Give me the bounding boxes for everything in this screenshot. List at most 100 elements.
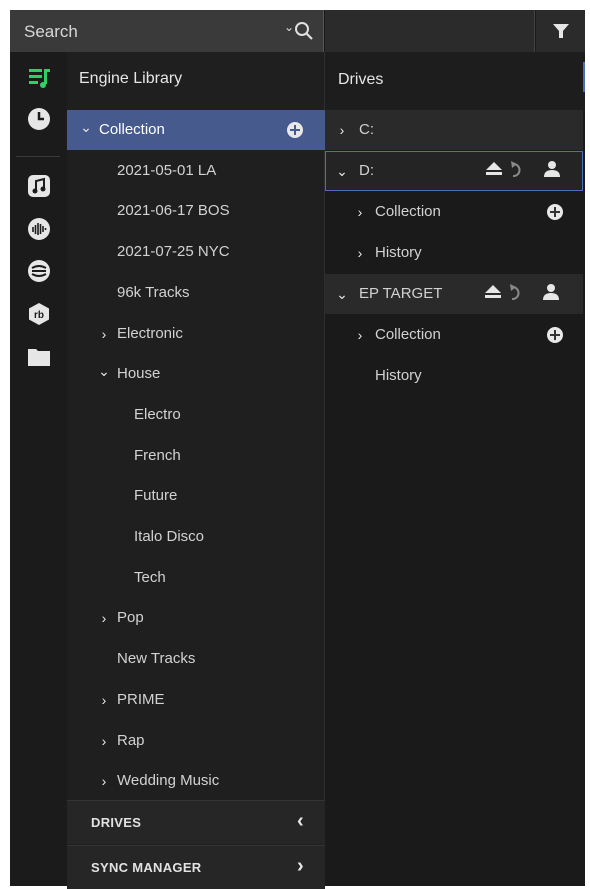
add-icon[interactable] — [547, 327, 563, 343]
music-note-icon[interactable] — [27, 174, 51, 198]
user-profile-icon[interactable] — [543, 284, 559, 300]
drive-d-row[interactable]: ⌄ D: — [325, 151, 583, 191]
library-tree-item[interactable]: Future — [67, 476, 325, 516]
library-tree-item-label: Tech — [134, 569, 166, 586]
svg-text:rb: rb — [34, 310, 44, 321]
chevron-right-icon[interactable]: › — [335, 110, 349, 150]
library-tree-item-label: Future — [134, 487, 178, 504]
library-tree-item-label: 2021-05-01 LA — [117, 162, 217, 179]
eject-icon[interactable] — [485, 285, 501, 298]
library-tree-item-label: New Tracks — [117, 650, 196, 667]
library-tree-item-label: Rap — [117, 732, 145, 749]
source-rail: rb — [10, 52, 67, 886]
drive-c-row[interactable]: › C: — [325, 110, 583, 150]
library-tree-item-label: PRIME — [117, 691, 165, 708]
library-tree-item[interactable]: French — [67, 436, 325, 476]
library-tree-item-label: Pop — [117, 609, 144, 626]
drive-d-history-label: History — [375, 244, 422, 261]
chevron-right-icon[interactable]: › — [97, 721, 111, 761]
library-tree-item[interactable]: Tech — [67, 558, 325, 598]
library-tree-item[interactable]: 2021-07-25 NYC — [67, 232, 325, 272]
drive-ep-history-row[interactable]: History — [325, 356, 583, 396]
library-title: Engine Library — [79, 70, 183, 87]
library-tree-item[interactable]: New Tracks — [67, 639, 325, 679]
library-tree-item-label: 96k Tracks — [117, 284, 190, 301]
drive-ep-target-row[interactable]: ⌄ EP TARGET — [325, 274, 583, 314]
library-tree-item-label: Electronic — [117, 325, 183, 342]
drive-d-label: D: — [359, 162, 374, 179]
drive-d-history-row[interactable]: › History — [325, 233, 583, 273]
chevron-right-icon[interactable]: › — [97, 761, 111, 801]
chevron-down-icon[interactable]: ⌄ — [97, 351, 111, 391]
search-icon[interactable] — [293, 20, 315, 42]
chevron-right-icon[interactable]: › — [353, 233, 367, 273]
refresh-icon[interactable] — [511, 161, 521, 177]
library-tree-item[interactable]: 2021-06-17 BOS — [67, 191, 325, 231]
library-tree-item-label: Electro — [134, 406, 181, 423]
refresh-icon[interactable] — [510, 284, 520, 300]
chevron-right-icon[interactable]: › — [297, 855, 304, 878]
library-tree-item[interactable]: Electro — [67, 395, 325, 435]
chevron-right-icon[interactable]: › — [353, 192, 367, 232]
library-tree-item-label: 2021-06-17 BOS — [117, 202, 230, 219]
chevron-right-icon[interactable]: › — [97, 598, 111, 638]
user-profile-icon[interactable] — [544, 161, 560, 177]
eject-icon[interactable] — [486, 162, 502, 175]
library-tree: Engine Library ⌄ Collection 2021-05-01 LA 2… — [67, 52, 325, 889]
library-tree-item[interactable]: › Pop — [67, 598, 325, 638]
library-tree-item[interactable]: ⌄ Collection — [67, 110, 325, 150]
drive-ep-collection-label: Collection — [375, 326, 441, 343]
library-tree-item[interactable]: › Wedding Music — [67, 761, 325, 801]
engine-library-window: Search ⌄ rb Engine Library ⌄ Collection … — [10, 10, 585, 889]
filter-button[interactable] — [536, 10, 585, 52]
drives-bar-label: DRIVES — [91, 815, 142, 830]
drive-d-collection-label: Collection — [375, 203, 441, 220]
drives-title: Drives — [325, 52, 585, 110]
library-tree-item[interactable]: › PRIME — [67, 680, 325, 720]
history-clock-icon[interactable] — [27, 107, 51, 131]
add-icon[interactable] — [547, 204, 563, 220]
chevron-right-icon[interactable]: › — [97, 314, 111, 354]
rail-divider — [16, 156, 60, 157]
library-tree-item[interactable]: › Rap — [67, 721, 325, 761]
drive-ep-actions — [485, 284, 559, 300]
search-label: Search — [24, 22, 78, 41]
library-tree-item-label: Italo Disco — [134, 528, 205, 545]
library-tree-item-label: 2021-07-25 NYC — [117, 243, 230, 260]
library-tree-item-label: French — [134, 447, 181, 464]
drive-d-actions — [486, 161, 560, 177]
library-tree-item[interactable]: › Electronic — [67, 314, 325, 354]
chevron-left-icon[interactable]: ‹ — [297, 810, 304, 833]
drives-panel-toggle[interactable]: DRIVES ‹ — [67, 800, 325, 844]
library-tree-item[interactable]: 96k Tracks — [67, 273, 325, 313]
add-icon[interactable] — [287, 122, 303, 138]
top-bar-spacer — [325, 10, 535, 52]
drives-panel: Drives › C: ⌄ D: › Collection › History … — [325, 52, 585, 886]
chevron-right-icon[interactable]: › — [353, 315, 367, 355]
library-tree-item-label: House — [117, 365, 161, 382]
library-tree-item-label: Wedding Music — [117, 772, 220, 789]
playlist-icon[interactable] — [27, 66, 51, 90]
drive-d-collection-row[interactable]: › Collection — [325, 192, 583, 232]
drive-ep-history-label: History — [375, 367, 422, 384]
tidal-icon[interactable] — [27, 259, 51, 283]
chevron-down-icon[interactable]: ⌄ — [335, 274, 349, 314]
drive-c-label: C: — [359, 121, 374, 138]
soundcloud-icon[interactable] — [27, 217, 51, 241]
library-tree-item-label: Collection — [99, 121, 165, 138]
sync-manager-label: SYNC MANAGER — [91, 860, 202, 875]
library-tree-item[interactable]: Italo Disco — [67, 517, 325, 557]
chevron-right-icon[interactable]: › — [97, 680, 111, 720]
sync-manager-toggle[interactable]: SYNC MANAGER › — [67, 845, 325, 889]
chevron-down-icon[interactable]: ⌄ — [79, 107, 93, 147]
drives-scrollbar[interactable] — [583, 62, 585, 92]
rekordbox-icon[interactable]: rb — [27, 302, 51, 326]
filter-icon — [553, 24, 569, 38]
folder-icon[interactable] — [27, 345, 51, 369]
drive-ep-target-label: EP TARGET — [359, 285, 443, 302]
library-tree-item[interactable]: 2021-05-01 LA — [67, 151, 325, 191]
drive-ep-collection-row[interactable]: › Collection — [325, 315, 583, 355]
chevron-down-icon[interactable]: ⌄ — [335, 151, 349, 191]
search-box[interactable]: Search ⌄ — [10, 10, 324, 52]
library-tree-item[interactable]: ⌄ House — [67, 354, 325, 394]
